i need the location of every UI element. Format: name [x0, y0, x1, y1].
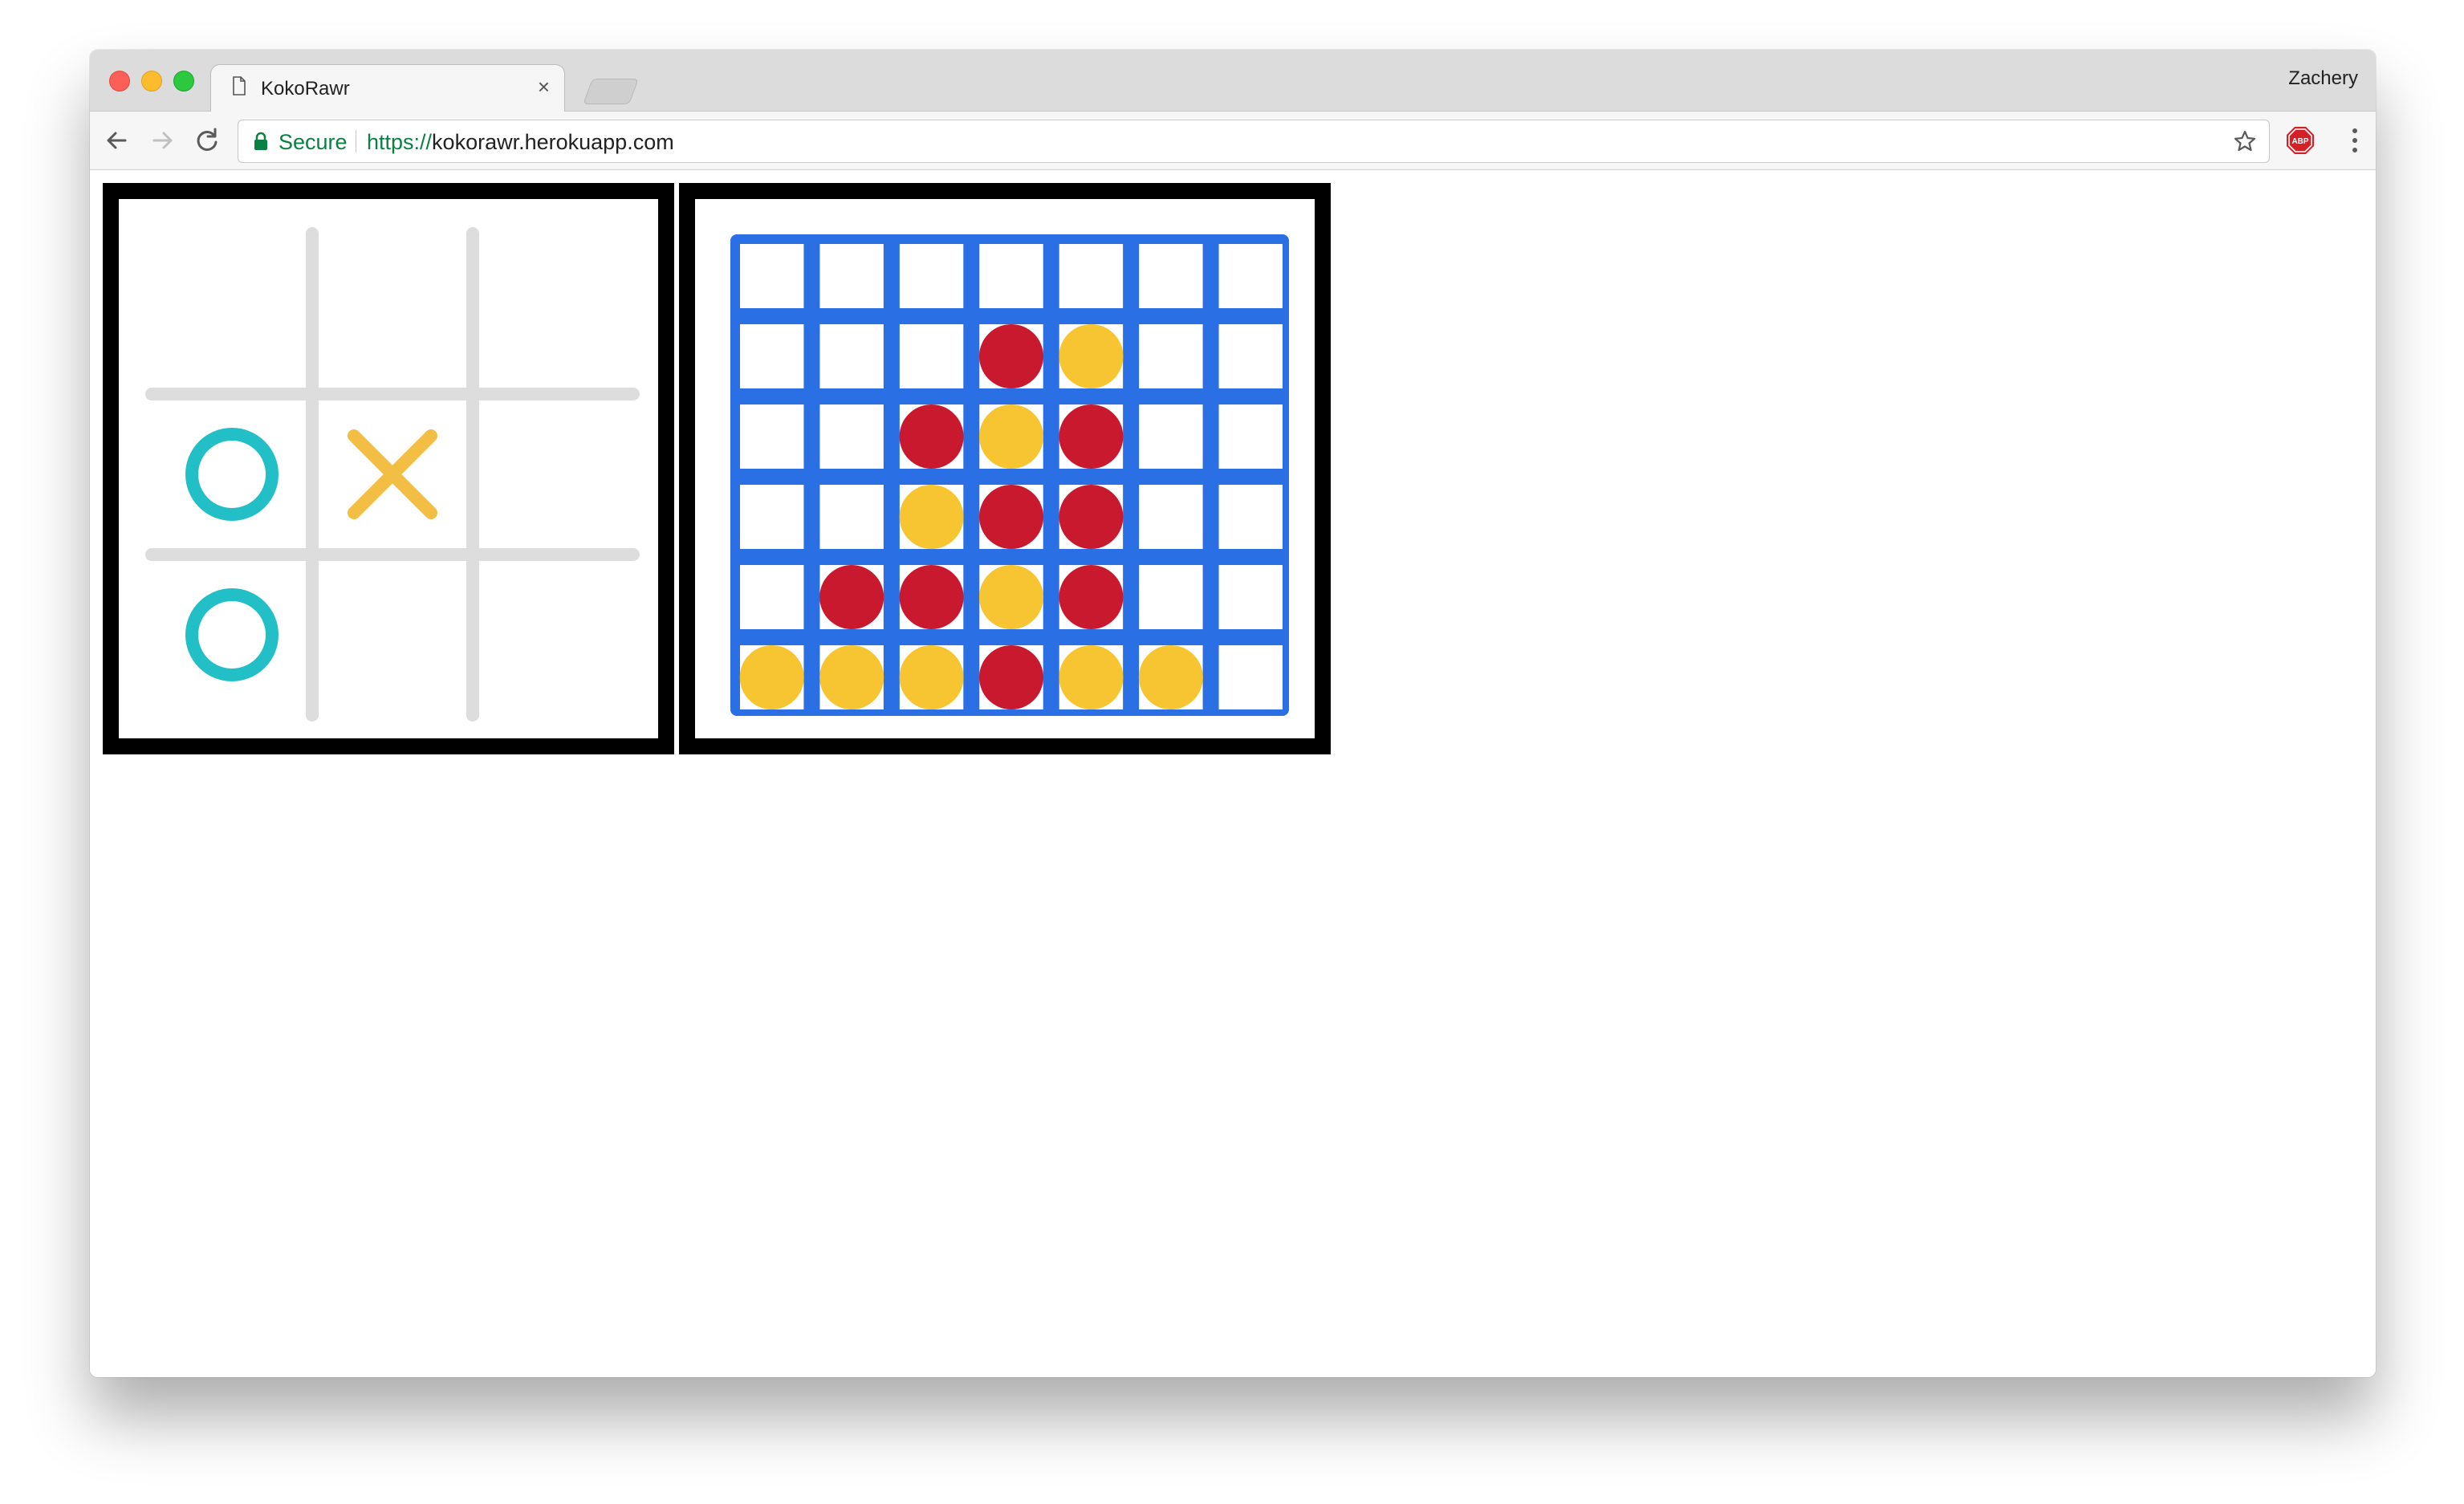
- yellow-piece: [819, 645, 884, 709]
- page-icon: [233, 76, 246, 96]
- red-piece: [979, 324, 1043, 388]
- c4-slot[interactable]: [1218, 565, 1283, 629]
- tictactoe-card[interactable]: [103, 183, 674, 754]
- ttt-cell[interactable]: [312, 234, 473, 394]
- ttt-cell[interactable]: [312, 555, 473, 715]
- title-bar: KokoRawr × Zachery: [90, 50, 2376, 112]
- secure-label: Secure: [279, 130, 348, 154]
- c4-slot[interactable]: [740, 244, 804, 308]
- ttt-cell-hitbox[interactable]: [152, 555, 312, 715]
- svg-text:ABP: ABP: [2291, 137, 2308, 146]
- ttt-cell[interactable]: [473, 394, 633, 555]
- ttt-cell[interactable]: [152, 555, 312, 715]
- ttt-cell-hitbox[interactable]: [473, 394, 633, 555]
- yellow-piece: [899, 485, 964, 549]
- ttt-cell-hitbox[interactable]: [312, 234, 473, 394]
- c4-slot[interactable]: [1218, 244, 1283, 308]
- url-scheme: https://: [367, 130, 433, 154]
- star-icon[interactable]: [2232, 128, 2258, 154]
- ttt-cell-hitbox[interactable]: [473, 234, 633, 394]
- adblock-plus-icon[interactable]: ABP: [2286, 126, 2315, 155]
- c4-slot[interactable]: [1139, 244, 1203, 308]
- minimize-window-button[interactable]: [141, 71, 162, 91]
- c4-slot[interactable]: [1139, 485, 1203, 549]
- browser-window: KokoRawr × Zachery Secure https://kokora…: [90, 50, 2376, 1377]
- lock-icon: [254, 132, 267, 150]
- back-arrow-icon[interactable]: [101, 124, 133, 156]
- ttt-cell[interactable]: [473, 234, 633, 394]
- close-window-button[interactable]: [109, 71, 130, 91]
- tab-close-button[interactable]: ×: [538, 75, 550, 99]
- ttt-cell-hitbox[interactable]: [152, 234, 312, 394]
- reload-icon[interactable]: [191, 124, 223, 156]
- red-piece: [979, 485, 1043, 549]
- ttt-cell[interactable]: [152, 234, 312, 394]
- c4-slot[interactable]: [819, 244, 884, 308]
- ttt-cell-hitbox[interactable]: [312, 555, 473, 715]
- c4-slot[interactable]: [1218, 485, 1283, 549]
- browser-tab[interactable]: KokoRawr ×: [210, 64, 565, 112]
- yellow-piece: [979, 404, 1043, 469]
- ttt-cell[interactable]: [473, 555, 633, 715]
- tab-title: KokoRawr: [261, 78, 350, 100]
- browser-toolbar: Secure https://kokorawr.herokuapp.com AB…: [90, 112, 2376, 170]
- c4-slot[interactable]: [740, 324, 804, 388]
- c4-slot[interactable]: [740, 565, 804, 629]
- c4-slot[interactable]: [740, 404, 804, 469]
- yellow-piece: [979, 565, 1043, 629]
- ttt-cell-hitbox[interactable]: [152, 394, 312, 555]
- yellow-piece: [1059, 645, 1124, 709]
- connect-four-board: [730, 234, 1289, 716]
- yellow-piece: [1059, 324, 1124, 388]
- c4-slot[interactable]: [740, 485, 804, 549]
- ttt-cell[interactable]: [312, 394, 473, 555]
- red-piece: [1059, 485, 1124, 549]
- ttt-cell[interactable]: [152, 394, 312, 555]
- red-piece: [1059, 565, 1124, 629]
- red-piece: [819, 565, 884, 629]
- red-piece: [1059, 404, 1124, 469]
- url-text[interactable]: https://kokorawr.herokuapp.com: [367, 130, 674, 155]
- red-piece: [979, 645, 1043, 709]
- page-content: [90, 170, 2376, 1377]
- c4-slot[interactable]: [1059, 244, 1124, 308]
- red-piece: [899, 565, 964, 629]
- red-piece: [899, 404, 964, 469]
- c4-slot[interactable]: [1218, 404, 1283, 469]
- c4-slot[interactable]: [1218, 324, 1283, 388]
- yellow-piece: [899, 645, 964, 709]
- ttt-cell-hitbox[interactable]: [473, 555, 633, 715]
- c4-slot[interactable]: [899, 244, 964, 308]
- more-vert-icon[interactable]: [2352, 126, 2358, 155]
- c4-slot[interactable]: [1139, 565, 1203, 629]
- c4-slot[interactable]: [819, 324, 884, 388]
- yellow-piece: [739, 645, 804, 709]
- url-host: kokorawr.herokuapp.com: [432, 130, 674, 154]
- c4-slot[interactable]: [819, 485, 884, 549]
- maximize-window-button[interactable]: [173, 71, 194, 91]
- c4-slot[interactable]: [899, 324, 964, 388]
- c4-slot[interactable]: [1218, 645, 1283, 709]
- c4-slot[interactable]: [979, 244, 1043, 308]
- forward-arrow-icon[interactable]: [146, 124, 178, 156]
- yellow-piece: [1138, 645, 1203, 709]
- connect-four-card[interactable]: [679, 183, 1331, 754]
- c4-slot[interactable]: [1139, 324, 1203, 388]
- c4-slot[interactable]: [819, 404, 884, 469]
- tictactoe-board: [145, 227, 640, 722]
- profile-name[interactable]: Zachery: [2288, 67, 2358, 90]
- address-bar[interactable]: Secure https://kokorawr.herokuapp.com: [238, 120, 2270, 163]
- c4-slot[interactable]: [1139, 404, 1203, 469]
- new-tab-button[interactable]: [583, 79, 639, 104]
